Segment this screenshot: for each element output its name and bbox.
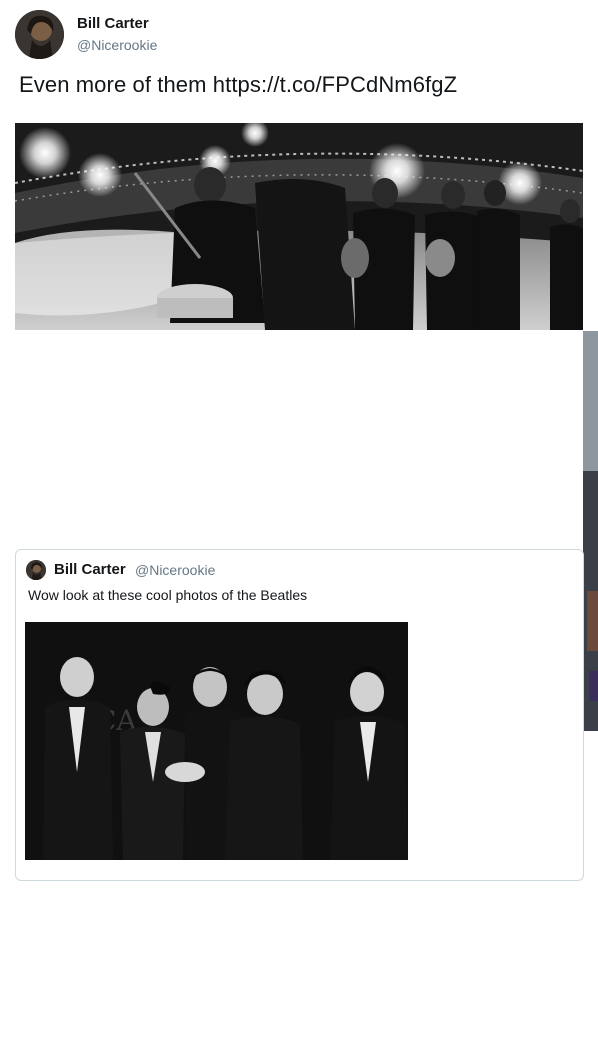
photo-crop-icon: [583, 331, 598, 731]
photo-beatles-tuxedos-icon: CA: [25, 622, 408, 860]
quoted-tweet-text: Wow look at these cool photos of the Bea…: [28, 587, 308, 603]
tweet-page: Bill Carter @Nicerookie Even more of the…: [0, 0, 598, 1042]
profile-photo-icon: [26, 560, 46, 580]
quoted-tweet-card[interactable]: Bill Carter @Nicerookie Wow look at thes…: [15, 549, 584, 881]
quoted-author-handle[interactable]: @Nicerookie: [135, 562, 215, 578]
author-name[interactable]: Bill Carter: [77, 15, 149, 32]
tweet-media-photo[interactable]: [15, 123, 583, 330]
author-handle[interactable]: @Nicerookie: [77, 37, 157, 53]
side-media-strip[interactable]: [583, 331, 598, 731]
quoted-tweet-media-photo[interactable]: CA: [25, 622, 408, 860]
tweet-text: Even more of them https://t.co/FPCdNm6fg…: [19, 72, 458, 97]
photo-beatles-stage-icon: [15, 123, 583, 330]
quoted-author-name[interactable]: Bill Carter: [54, 561, 126, 578]
quoted-author-avatar[interactable]: [26, 560, 46, 580]
profile-photo-icon: [15, 10, 64, 59]
author-avatar[interactable]: [15, 10, 64, 59]
